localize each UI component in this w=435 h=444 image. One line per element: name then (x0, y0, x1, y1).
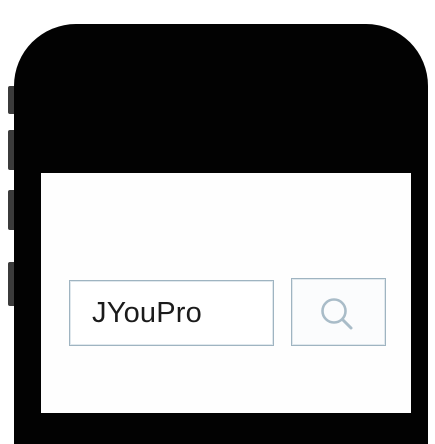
search-icon (320, 298, 352, 330)
search-button[interactable] (291, 278, 386, 346)
search-input[interactable]: JYouPro (69, 280, 274, 346)
phone-screen: JYouPro (41, 173, 411, 413)
search-input-value: JYouPro (92, 296, 202, 329)
